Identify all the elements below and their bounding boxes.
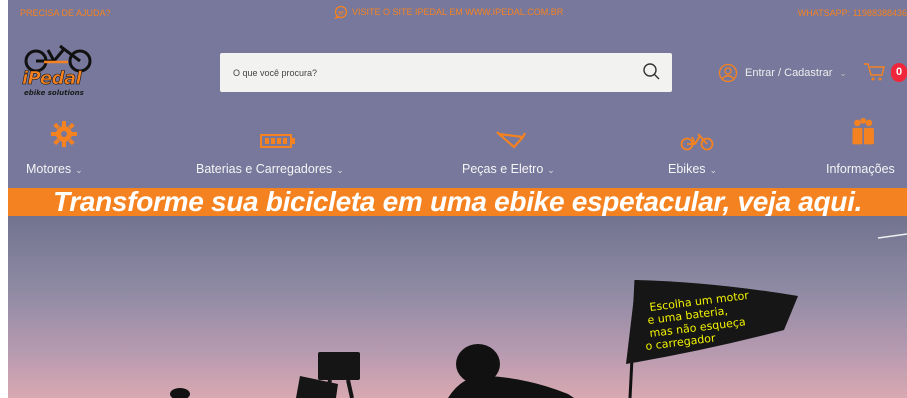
bike-frame-icon: [496, 131, 526, 149]
nav-text-baterias: Baterias e Carregadores: [196, 162, 333, 176]
help-link[interactable]: PRECISA DE AJUDA?: [20, 8, 111, 18]
whatsapp-link[interactable]: WHATSAPP: 11988388436: [798, 8, 907, 18]
search-icon[interactable]: [642, 62, 662, 82]
nav-item-motores[interactable]: Motores ⌄: [24, 118, 104, 184]
motor-icon: [51, 121, 77, 147]
visit-site-link[interactable]: VISITE O SITE IPEDAL EM WWW.IPEDAL.COM.B…: [334, 5, 563, 19]
logo-wordmark: iPedal: [22, 68, 82, 90]
chevron-down-icon: ⌄: [75, 165, 83, 175]
site-header: PRECISA DE AJUDA? VISITE O SITE IPEDAL E…: [8, 0, 907, 188]
nav-text-pecas: Peças e Eletro: [462, 162, 544, 176]
chevron-down-icon: ⌄: [336, 165, 344, 175]
search-input[interactable]: [233, 53, 633, 92]
nav-label-motores: Motores ⌄: [26, 162, 83, 176]
nav-text-ebikes: Ebikes: [668, 162, 706, 176]
nav-item-pecas[interactable]: Peças e Eletro ⌄: [450, 118, 570, 184]
cart-icon: [864, 63, 885, 81]
promo-banner-text: Transforme sua bicicleta em uma ebike es…: [52, 186, 863, 217]
info-people-icon: [852, 118, 874, 145]
battery-icon: [260, 134, 295, 148]
page-frame: PRECISA DE AJUDA? VISITE O SITE IPEDAL E…: [8, 0, 907, 398]
nav-item-baterias[interactable]: Baterias e Carregadores ⌄: [196, 118, 366, 184]
nav-label-ebikes: Ebikes ⌄: [668, 162, 717, 176]
chevron-down-icon: ⌄: [839, 67, 847, 78]
chat-icon: [334, 5, 348, 19]
bicycle-icon: [680, 133, 714, 151]
account-link[interactable]: Entrar / Cadastrar ⌄: [718, 63, 847, 83]
logo-tagline: ebike solutions: [24, 89, 84, 97]
nav-item-informacoes[interactable]: Informações: [820, 118, 907, 184]
chevron-down-icon: ⌄: [547, 165, 555, 175]
hero-silhouette-illustration: Escolha um motor e uma bateria, mas não …: [170, 233, 907, 398]
account-label: Entrar / Cadastrar: [745, 67, 833, 79]
promo-banner[interactable]: Transforme sua bicicleta em uma ebike es…: [8, 186, 907, 217]
nav-text-motores: Motores: [26, 162, 72, 176]
hero-image: Escolha um motor e uma bateria, mas não …: [8, 216, 907, 398]
main-nav: Motores ⌄ Baterias e Carregadores ⌄ Peças …: [8, 118, 907, 184]
nav-label-baterias: Baterias e Carregadores ⌄: [196, 162, 344, 176]
cart-button[interactable]: 0: [863, 62, 907, 84]
nav-item-ebikes[interactable]: Ebikes ⌄: [658, 118, 738, 184]
chevron-down-icon: ⌄: [709, 165, 718, 175]
ipedal-logo[interactable]: iPedal ebike solutions: [18, 44, 106, 100]
nav-text-informacoes: Informações: [826, 162, 895, 176]
top-bar: PRECISA DE AJUDA? VISITE O SITE IPEDAL E…: [8, 0, 907, 24]
user-icon: [718, 63, 738, 83]
search-bar: [220, 53, 672, 92]
visit-site-text: VISITE O SITE IPEDAL EM WWW.IPEDAL.COM.B…: [352, 7, 564, 17]
cart-count-badge: 0: [891, 63, 907, 82]
nav-label-pecas: Peças e Eletro ⌄: [462, 162, 555, 176]
